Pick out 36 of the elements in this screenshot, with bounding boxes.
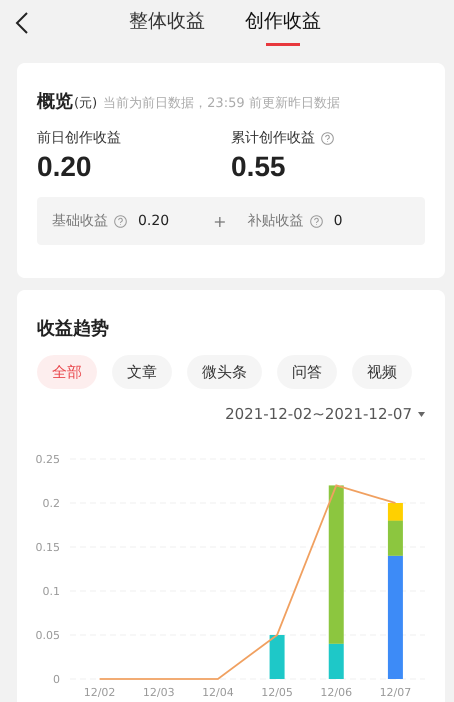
x-tick-label: 12/05 [261, 686, 293, 699]
y-tick-label: 0.05 [36, 629, 60, 642]
update-note: 当前为前日数据，23:59 前更新昨日数据 [103, 95, 340, 112]
back-icon[interactable] [15, 11, 29, 35]
x-tick-label: 12/06 [320, 686, 352, 699]
breakdown-label: 基础收益 [52, 212, 108, 230]
breakdown-value: 0 [334, 213, 342, 229]
overview-title: 概览 [37, 90, 73, 113]
help-icon[interactable] [321, 132, 334, 144]
x-tick-label: 12/02 [84, 686, 116, 699]
y-tick-label: 0.15 [36, 541, 60, 554]
stat-value: 0.20 [37, 151, 92, 183]
filter-chip[interactable]: 视频 [352, 355, 412, 389]
filter-chip[interactable]: 文章 [112, 355, 172, 389]
stat-label: 前日创作收益 [37, 129, 121, 147]
breakdown-label: 补贴收益 [248, 212, 304, 230]
y-tick-label: 0.2 [42, 497, 60, 510]
help-icon[interactable] [114, 214, 127, 228]
x-tick-label: 12/07 [380, 686, 412, 699]
caret-icon [418, 412, 425, 416]
filter-chip[interactable]: 微头条 [187, 355, 262, 389]
filter-chip[interactable]: 问答 [277, 355, 337, 389]
plus-sign: + [213, 212, 227, 230]
stat-label: 累计创作收益 [231, 129, 315, 147]
help-icon[interactable] [310, 214, 323, 228]
y-tick-label: 0.1 [42, 585, 60, 598]
unit-label: (元) [74, 95, 98, 112]
trend-title: 收益趋势 [37, 317, 110, 340]
stat-value: 0.55 [231, 151, 286, 183]
x-tick-label: 12/03 [142, 686, 175, 699]
y-tick-label: 0 [53, 673, 60, 686]
x-tick-label: 12/04 [202, 686, 234, 699]
breakdown-value: 0.20 [138, 213, 170, 229]
y-tick-label: 0.25 [36, 453, 60, 466]
tab[interactable]: 整体收益 [129, 8, 205, 46]
date-range-selector[interactable]: 2021-12-02~2021-12-07 [225, 405, 425, 423]
